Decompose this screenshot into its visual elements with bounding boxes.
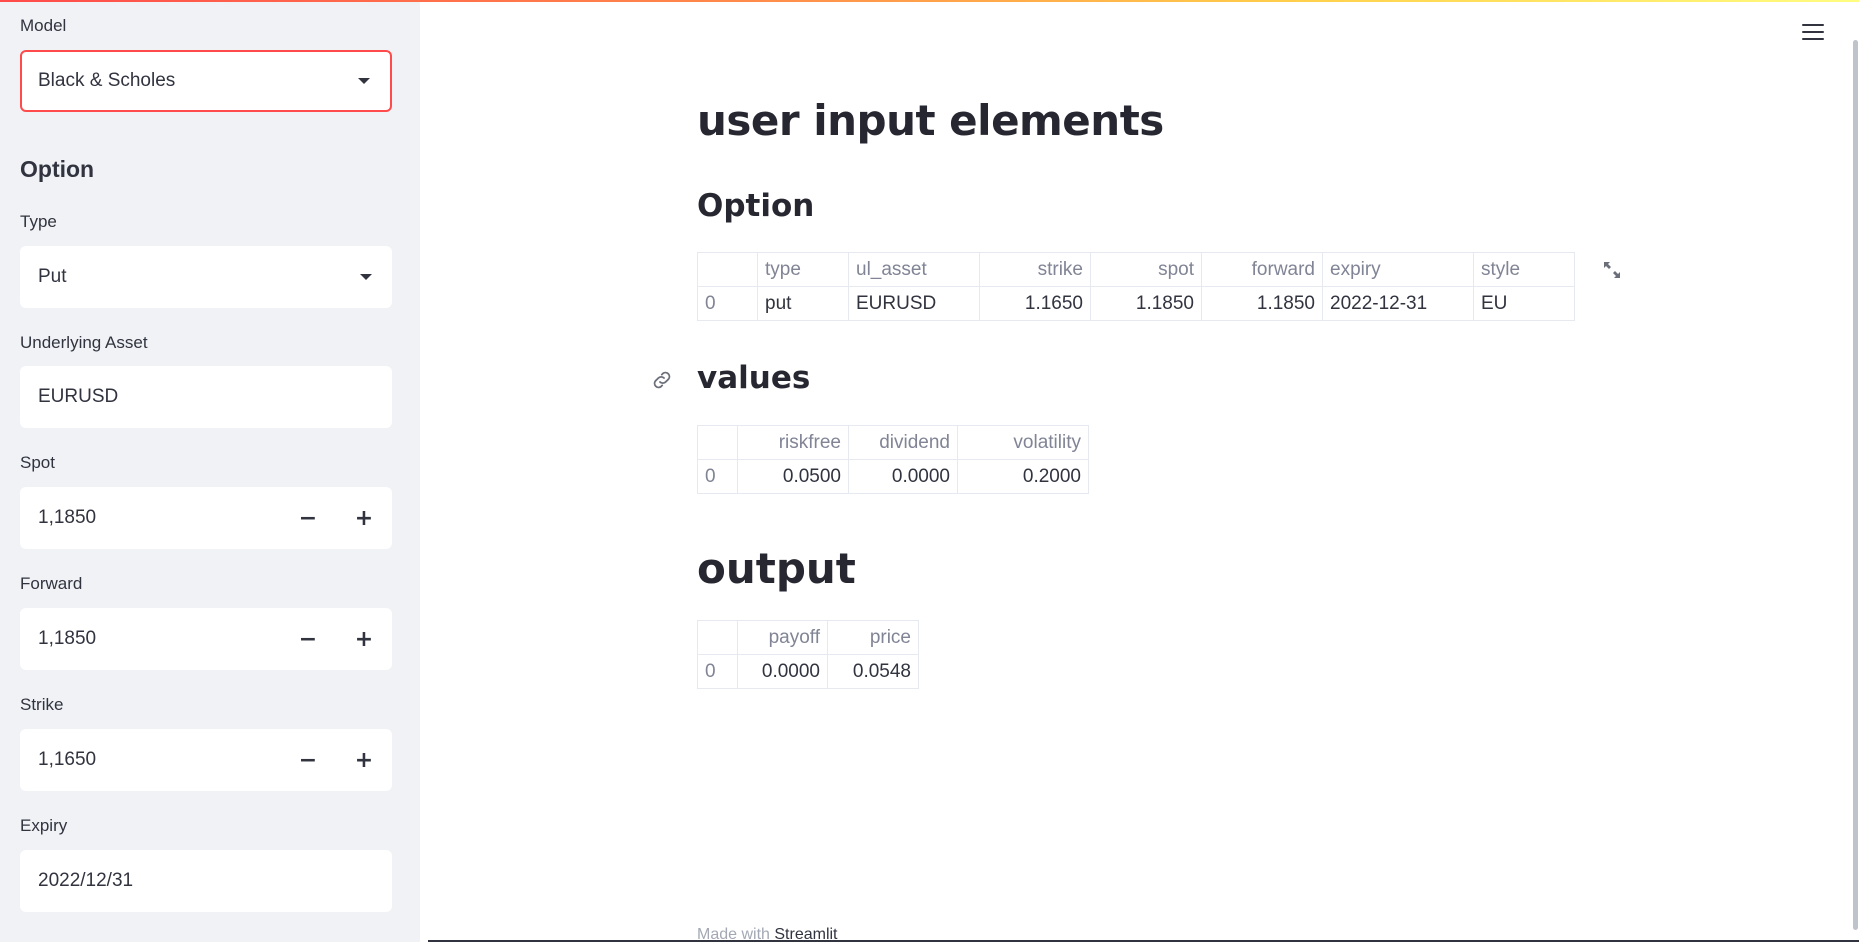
spot-decrement-button[interactable]: −: [280, 487, 336, 549]
option-heading: Option: [697, 188, 815, 224]
table-cell: 1.1650: [979, 286, 1091, 321]
sidebar-section-title: Option: [20, 156, 95, 182]
table-header-row: riskfree dividend volatility: [697, 425, 1089, 460]
column-header: riskfree: [737, 425, 849, 460]
expiry-date-input[interactable]: 2022/12/31: [20, 850, 392, 912]
chevron-down-icon: [360, 274, 372, 280]
table-cell: 0.2000: [957, 459, 1089, 494]
table-row: 0 0.0000 0.0548: [697, 654, 919, 689]
output-table: payoff price 0 0.0000 0.0548: [697, 620, 919, 689]
output-heading: output: [697, 544, 856, 593]
forward-decrement-button[interactable]: −: [280, 608, 336, 670]
strike-decrement-button[interactable]: −: [280, 729, 336, 791]
table-cell: 0.0000: [848, 459, 958, 494]
spot-value: 1,1850: [38, 507, 97, 528]
column-header: volatility: [957, 425, 1089, 460]
spot-number-input: 1,1850 − +: [20, 487, 392, 549]
table-cell: 0.0548: [827, 654, 919, 689]
spot-increment-button[interactable]: +: [336, 487, 392, 549]
type-select-value: Put: [38, 266, 67, 287]
column-header: style: [1473, 252, 1575, 287]
spot-input[interactable]: 1,1850: [20, 487, 280, 549]
column-header: expiry: [1322, 252, 1474, 287]
forward-label: Forward: [20, 574, 83, 593]
column-header: payoff: [737, 620, 828, 655]
scrollbar[interactable]: [1853, 40, 1858, 930]
sidebar: Model Black & Scholes Option Type Put Un…: [0, 0, 420, 942]
table-header-row: type ul_asset strike spot forward expiry…: [697, 252, 1575, 287]
column-header: type: [757, 252, 849, 287]
forward-increment-button[interactable]: +: [336, 608, 392, 670]
forward-input[interactable]: 1,1850: [20, 608, 280, 670]
underlying-asset-input[interactable]: EURUSD: [20, 366, 392, 428]
column-header: [697, 252, 758, 287]
row-index: 0: [697, 286, 758, 321]
expiry-value: 2022/12/31: [38, 870, 134, 891]
type-label: Type: [20, 212, 57, 231]
spot-label: Spot: [20, 453, 55, 472]
table-cell: 1.1850: [1201, 286, 1323, 321]
column-header: strike: [979, 252, 1091, 287]
page-title: user input elements: [697, 96, 1164, 145]
column-header: forward: [1201, 252, 1323, 287]
strike-input[interactable]: 1,1650: [20, 729, 280, 791]
strike-value: 1,1650: [38, 749, 97, 770]
forward-number-input: 1,1850 − +: [20, 608, 392, 670]
underlying-asset-value: EURUSD: [38, 386, 119, 407]
top-decoration-bar: [0, 0, 1859, 2]
underlying-asset-label: Underlying Asset: [20, 333, 148, 352]
column-header: ul_asset: [848, 252, 980, 287]
table-header-row: payoff price: [697, 620, 919, 655]
column-header: spot: [1090, 252, 1202, 287]
row-index: 0: [697, 654, 738, 689]
table-cell: 0.0500: [737, 459, 849, 494]
table-cell: 1.1850: [1090, 286, 1202, 321]
column-header: [697, 620, 738, 655]
strike-increment-button[interactable]: +: [336, 729, 392, 791]
column-header: price: [827, 620, 919, 655]
table-cell: EURUSD: [848, 286, 980, 321]
table-cell: EU: [1473, 286, 1575, 321]
strike-label: Strike: [20, 695, 64, 714]
link-icon[interactable]: [650, 368, 674, 392]
row-index: 0: [697, 459, 738, 494]
option-table: type ul_asset strike spot forward expiry…: [697, 252, 1575, 321]
model-label: Model: [20, 16, 67, 35]
column-header: dividend: [848, 425, 958, 460]
forward-value: 1,1850: [38, 628, 97, 649]
table-cell: 2022-12-31: [1322, 286, 1474, 321]
table-cell: 0.0000: [737, 654, 828, 689]
table-cell: put: [757, 286, 849, 321]
values-table: riskfree dividend volatility 0 0.0500 0.…: [697, 425, 1089, 494]
table-row: 0 put EURUSD 1.1650 1.1850 1.1850 2022-1…: [697, 286, 1575, 321]
expiry-label: Expiry: [20, 816, 68, 835]
expand-icon[interactable]: [1600, 258, 1624, 282]
table-row: 0 0.0500 0.0000 0.2000: [697, 459, 1089, 494]
menu-icon[interactable]: [1802, 24, 1824, 44]
values-heading: values: [697, 360, 811, 396]
model-select-value: Black & Scholes: [38, 70, 176, 91]
model-select[interactable]: Black & Scholes: [20, 50, 392, 112]
type-select[interactable]: Put: [20, 246, 392, 308]
chevron-down-icon: [358, 78, 370, 84]
column-header: [697, 425, 738, 460]
strike-number-input: 1,1650 − +: [20, 729, 392, 791]
